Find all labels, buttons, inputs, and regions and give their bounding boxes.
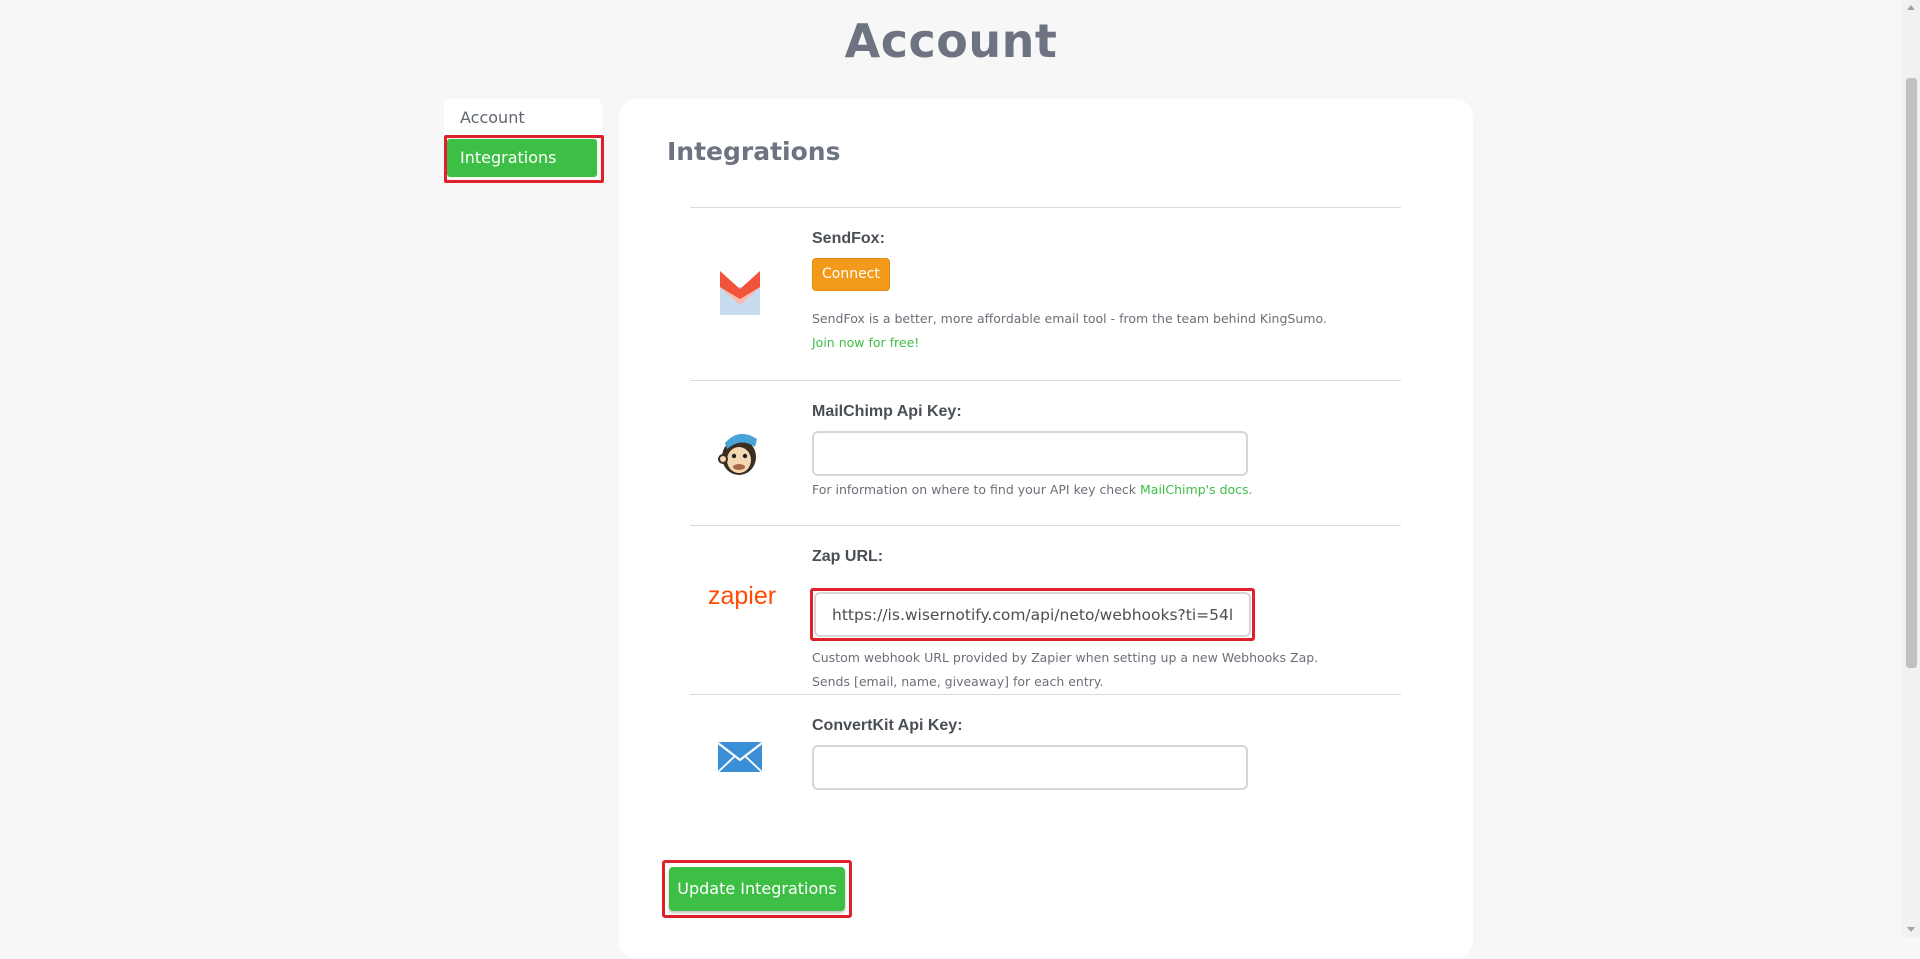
join-link[interactable]: Join now for free! [812, 331, 1372, 355]
convertkit-content: ConvertKit Api Key: [812, 717, 1372, 790]
update-highlight: Update Integrations [662, 860, 852, 918]
convertkit-label: ConvertKit Api Key: [812, 717, 963, 734]
zapier-content: Zap URL: Custom webhook URL provided by … [810, 548, 1372, 689]
zap-url-highlight [810, 588, 1255, 641]
sendfox-row: SendFox: Connect SendFox is a better, mo… [690, 207, 1401, 381]
scroll-down-icon[interactable] [1907, 927, 1915, 932]
scroll-thumb[interactable] [1906, 78, 1917, 668]
sendfox-label: SendFox: [812, 230, 885, 247]
mailchimp-row: MailChimp Api Key: For information on wh… [690, 380, 1401, 526]
update-integrations-button[interactable]: Update Integrations [669, 867, 845, 911]
zapier-label: Zap URL: [812, 548, 884, 565]
connect-button[interactable]: Connect [812, 258, 890, 291]
convertkit-row: ConvertKit Api Key: [690, 694, 1401, 835]
sendfox-content: SendFox: Connect SendFox is a better, mo… [812, 230, 1372, 355]
zap-url-input[interactable] [814, 592, 1251, 637]
scroll-up-icon[interactable] [1907, 5, 1915, 10]
zapier-help-2: Sends [email, name, giveaway] for each e… [812, 674, 1104, 689]
integrations-card: Integrations SendFox: Connect SendFox is… [619, 99, 1473, 959]
mailchimp-help-text: For information on where to find your AP… [812, 482, 1141, 497]
zapier-help-1: Custom webhook URL provided by Zapier wh… [812, 650, 1319, 665]
sidebar-item-account[interactable]: Account [444, 99, 602, 137]
convertkit-api-key-input[interactable] [812, 745, 1248, 790]
scrollbar[interactable] [1902, 0, 1920, 937]
sendfox-logo-icon [710, 268, 770, 318]
zapier-logo-text: zapier [707, 581, 777, 610]
section-title: Integrations [667, 137, 841, 166]
mailchimp-logo-icon [710, 427, 770, 477]
mailchimp-api-key-input[interactable] [812, 431, 1248, 476]
sendfox-description: SendFox is a better, more affordable ema… [812, 311, 1327, 326]
mailchimp-help: For information on where to find your AP… [812, 478, 1372, 502]
mailchimp-label: MailChimp Api Key: [812, 403, 962, 420]
mailchimp-docs-link[interactable]: MailChimp's docs. [1140, 482, 1253, 497]
envelope-icon [710, 737, 770, 777]
highlight-box [444, 135, 604, 183]
mailchimp-content: MailChimp Api Key: For information on wh… [812, 403, 1372, 502]
page-title: Account [844, 14, 1058, 68]
zapier-row: zapier Zap URL: Custom webhook URL provi… [690, 525, 1401, 695]
zapier-logo-icon: zapier [702, 576, 782, 616]
